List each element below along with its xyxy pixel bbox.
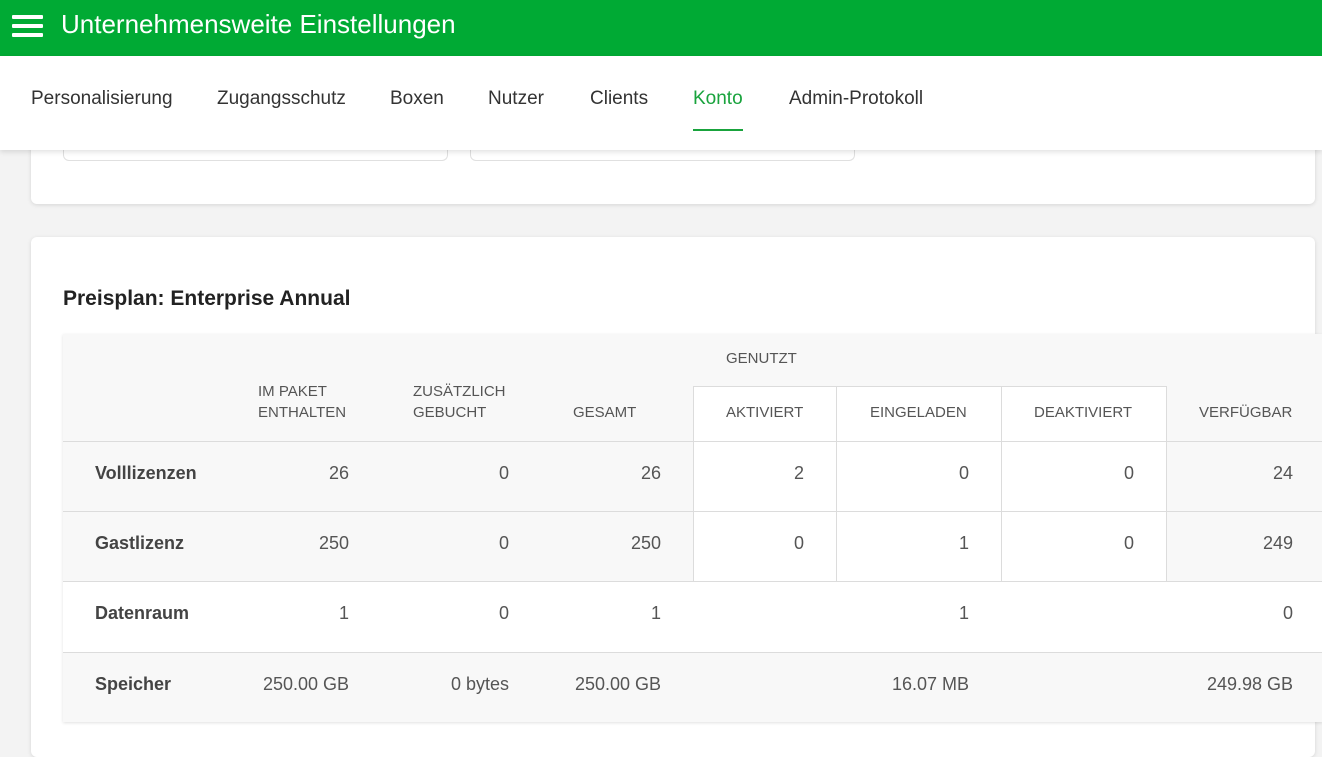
- cell-included: 26: [328, 463, 349, 483]
- settings-tabs: Personalisierung Zugangsschutz Boxen Nut…: [0, 56, 1322, 150]
- cell-available: 0: [1282, 603, 1293, 623]
- cell-deactivated: 0: [1123, 533, 1134, 553]
- row-label: Datenraum: [95, 603, 190, 623]
- cell-deactivated: 0: [1123, 463, 1134, 483]
- cell-additional: 0: [498, 533, 509, 553]
- cell-activated: 0: [793, 533, 804, 553]
- page-title: Unternehmensweite Einstellungen: [61, 9, 456, 39]
- hamburger-menu-icon[interactable]: [12, 15, 43, 37]
- col-header-available: VERFÜGBAR: [1199, 404, 1293, 421]
- cell-used: 16.07 MB: [891, 674, 969, 694]
- cell-used: 1: [958, 603, 969, 623]
- tab-zugangsschutz[interactable]: Zugangsschutz: [217, 88, 346, 110]
- cell-available: 24: [1272, 463, 1293, 483]
- col-header-deactivated: DEAKTIVIERT: [1034, 404, 1133, 421]
- plan-title: Preisplan: Enterprise Annual: [63, 287, 351, 310]
- col-header-total: GESAMT: [573, 404, 637, 421]
- row-label: Volllizenzen: [95, 463, 197, 483]
- cell-included: 250.00 GB: [262, 674, 349, 694]
- cell-total: 1: [650, 603, 661, 623]
- tab-konto[interactable]: Konto: [693, 88, 743, 131]
- tab-admin-protokoll[interactable]: Admin-Protokoll: [789, 88, 923, 110]
- cell-included: 250: [318, 533, 349, 553]
- tab-clients[interactable]: Clients: [590, 88, 648, 110]
- table-row-alt: [63, 582, 1322, 652]
- cell-invited: 1: [958, 533, 969, 553]
- tab-nutzer[interactable]: Nutzer: [488, 88, 544, 110]
- cell-total: 250: [630, 533, 661, 553]
- row-label: Gastlizenz: [95, 533, 185, 553]
- col-header-activated: AKTIVIERT: [726, 404, 804, 421]
- cell-available: 249: [1262, 533, 1293, 553]
- cell-available: 249.98 GB: [1206, 674, 1293, 694]
- col-header-invited: EINGELADEN: [870, 404, 967, 421]
- cell-total: 250.00 GB: [574, 674, 661, 694]
- cell-additional: 0: [498, 603, 509, 623]
- tab-personalisierung[interactable]: Personalisierung: [31, 88, 173, 110]
- cell-additional: 0: [498, 463, 509, 483]
- row-label: Speicher: [95, 674, 172, 694]
- pricing-plan-card: Preisplan: Enterprise Annual IM PAKET ENT…: [31, 237, 1322, 757]
- cell-additional: 0 bytes: [450, 674, 509, 694]
- cell-included: 1: [338, 603, 349, 623]
- col-header-additional: ZUSÄTZLICH GEBUCHT: [413, 383, 506, 421]
- license-table: IM PAKET ENTHALTEN ZUSÄTZLICH GEBUCHT GESA…: [63, 334, 1322, 722]
- tab-boxen[interactable]: Boxen: [390, 88, 444, 110]
- cell-activated: 2: [793, 463, 804, 483]
- col-group-used: GENUTZT: [726, 350, 797, 367]
- cell-total: 26: [640, 463, 661, 483]
- col-header-included: IM PAKET ENTHALTEN: [258, 383, 347, 421]
- app-header: Unternehmensweite Einstellungen: [0, 0, 1322, 56]
- cell-invited: 0: [958, 463, 969, 483]
